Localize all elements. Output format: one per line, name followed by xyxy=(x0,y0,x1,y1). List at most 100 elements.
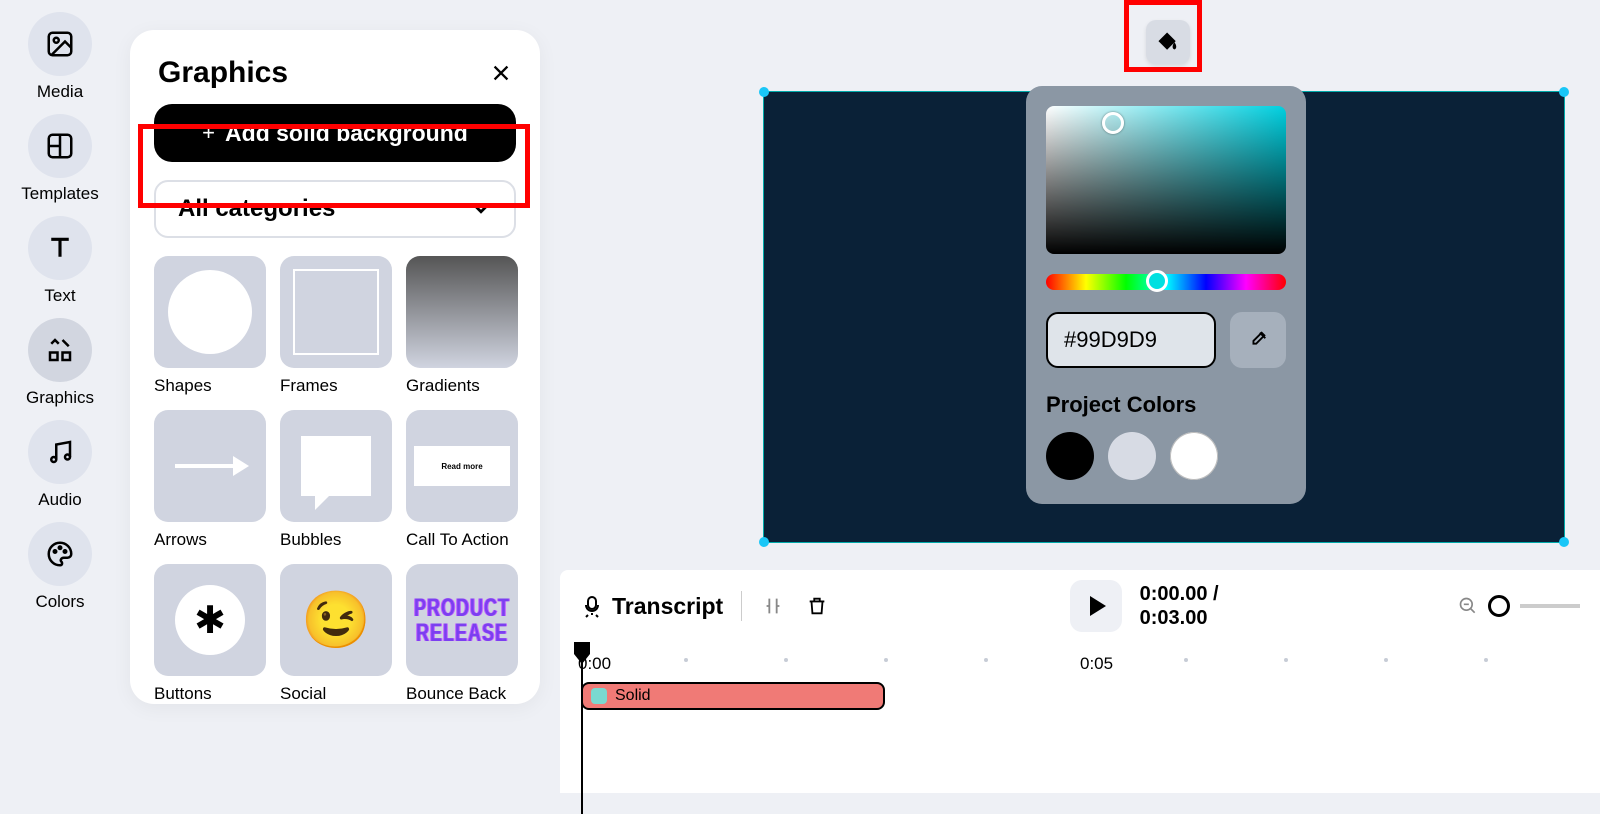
tile-label: Bubbles xyxy=(280,530,392,550)
tile-label: Frames xyxy=(280,376,392,396)
timeline: Transcript 0:00.00 / 0:03.00 0:00 xyxy=(560,570,1600,793)
tile-cta[interactable]: Read more Call To Action xyxy=(406,410,518,550)
hex-input[interactable]: #99D9D9 xyxy=(1046,312,1216,368)
nav-label: Colors xyxy=(35,592,84,612)
tile-label: Buttons xyxy=(154,684,266,704)
thumb-gradients xyxy=(406,256,518,368)
play-icon xyxy=(1090,596,1106,616)
tile-frames[interactable]: Frames xyxy=(280,256,392,396)
eyedropper-button[interactable] xyxy=(1230,312,1286,368)
swatch-black[interactable] xyxy=(1046,432,1094,480)
ruler-dot xyxy=(1384,658,1388,662)
thumb-cta: Read more xyxy=(406,410,518,522)
nav-audio[interactable]: Audio xyxy=(28,420,92,510)
time-readout: 0:00.00 / 0:03.00 xyxy=(1140,582,1219,630)
thumb-bubbles xyxy=(280,410,392,522)
tile-label: Arrows xyxy=(154,530,266,550)
thumb-social: 😉 xyxy=(280,564,392,676)
add-bg-label: Add solid background xyxy=(225,120,468,147)
audio-icon xyxy=(45,437,75,467)
hue-cursor[interactable] xyxy=(1146,270,1168,292)
tile-gradients[interactable]: Gradients xyxy=(406,256,518,396)
tile-arrows[interactable]: Arrows xyxy=(154,410,266,550)
tile-label: Social xyxy=(280,684,392,704)
color-picker: #99D9D9 Project Colors xyxy=(1026,86,1306,504)
tile-shapes[interactable]: Shapes xyxy=(154,256,266,396)
panel-title: Graphics xyxy=(158,56,288,90)
resize-handle-tr[interactable] xyxy=(1559,87,1569,97)
plus-icon: + xyxy=(202,120,215,146)
tile-buttons[interactable]: ✱ Buttons xyxy=(154,564,266,704)
nav-media[interactable]: Media xyxy=(28,12,92,102)
eyedropper-icon xyxy=(1247,329,1269,351)
nav-label: Audio xyxy=(38,490,81,510)
divider xyxy=(741,591,742,621)
timeline-header: Transcript 0:00.00 / 0:03.00 xyxy=(560,570,1600,642)
graphics-grid: Shapes Frames Gradients Arrows Bubbles R… xyxy=(130,256,540,704)
resize-handle-tl[interactable] xyxy=(759,87,769,97)
paint-bucket-icon xyxy=(1157,31,1179,53)
nav-text[interactable]: Text xyxy=(28,216,92,306)
close-panel-button[interactable] xyxy=(490,62,512,84)
swatch-white[interactable] xyxy=(1170,432,1218,480)
nav-colors[interactable]: Colors xyxy=(28,522,92,612)
image-icon xyxy=(45,29,75,59)
zoom-control[interactable] xyxy=(1458,595,1580,617)
saturation-cursor[interactable] xyxy=(1102,112,1124,134)
swatch-grey[interactable] xyxy=(1108,432,1156,480)
add-solid-background-button[interactable]: + Add solid background xyxy=(154,104,516,162)
delete-button[interactable] xyxy=(804,593,830,619)
categories-label: All categories xyxy=(178,195,335,223)
graphics-icon xyxy=(45,335,75,365)
layout-icon xyxy=(45,131,75,161)
fill-color-button[interactable] xyxy=(1146,20,1190,64)
graphics-panel: Graphics + Add solid background All cate… xyxy=(130,30,540,704)
transcript-icon xyxy=(580,594,604,618)
ruler-dot xyxy=(684,658,688,662)
zoom-slider-thumb[interactable] xyxy=(1488,595,1510,617)
saturation-box[interactable] xyxy=(1046,106,1286,254)
nav-graphics[interactable]: Graphics xyxy=(26,318,94,408)
tile-social[interactable]: 😉 Social xyxy=(280,564,392,704)
timeline-ruler[interactable]: 0:00 0:05 xyxy=(560,644,1600,684)
tile-label: Shapes xyxy=(154,376,266,396)
categories-dropdown[interactable]: All categories xyxy=(154,180,516,238)
play-button[interactable] xyxy=(1070,580,1122,632)
ruler-dot xyxy=(1184,658,1188,662)
zoom-slider-track[interactable] xyxy=(1520,604,1580,608)
thumb-frames xyxy=(280,256,392,368)
left-nav: Media Templates Text Graphics Audio Colo… xyxy=(0,0,120,612)
clip-color-swatch xyxy=(591,688,607,704)
split-clip-button[interactable] xyxy=(760,593,786,619)
thumb-shapes xyxy=(154,256,266,368)
transcript-toggle[interactable]: Transcript xyxy=(580,593,723,620)
tile-label: Call To Action xyxy=(406,530,518,550)
project-colors-label: Project Colors xyxy=(1046,392,1286,418)
ruler-tick: 0:05 xyxy=(1080,654,1113,674)
tile-label: Gradients xyxy=(406,376,518,396)
nav-templates[interactable]: Templates xyxy=(21,114,98,204)
project-swatches xyxy=(1046,432,1286,480)
thumb-arrows xyxy=(154,410,266,522)
palette-icon xyxy=(45,539,75,569)
canvas-area: #99D9D9 Project Colors xyxy=(560,0,1600,560)
ruler-dot xyxy=(1484,658,1488,662)
transcript-label: Transcript xyxy=(612,593,723,620)
chevron-down-icon xyxy=(470,198,492,220)
timeline-clip-solid[interactable]: Solid xyxy=(581,682,885,710)
nav-label: Graphics xyxy=(26,388,94,408)
ruler-dot xyxy=(1284,658,1288,662)
tile-bubbles[interactable]: Bubbles xyxy=(280,410,392,550)
resize-handle-br[interactable] xyxy=(1559,537,1569,547)
hue-slider[interactable] xyxy=(1046,274,1286,290)
resize-handle-bl[interactable] xyxy=(759,537,769,547)
thumb-buttons: ✱ xyxy=(154,564,266,676)
zoom-out-icon[interactable] xyxy=(1458,596,1478,616)
ruler-dot xyxy=(984,658,988,662)
tile-bounce-back[interactable]: PRODUCTRELEASE Bounce Back xyxy=(406,564,518,704)
nav-label: Media xyxy=(37,82,83,102)
nav-label: Templates xyxy=(21,184,98,204)
thumb-bounce: PRODUCTRELEASE xyxy=(406,564,518,676)
ruler-dot xyxy=(884,658,888,662)
clip-label: Solid xyxy=(615,687,651,705)
